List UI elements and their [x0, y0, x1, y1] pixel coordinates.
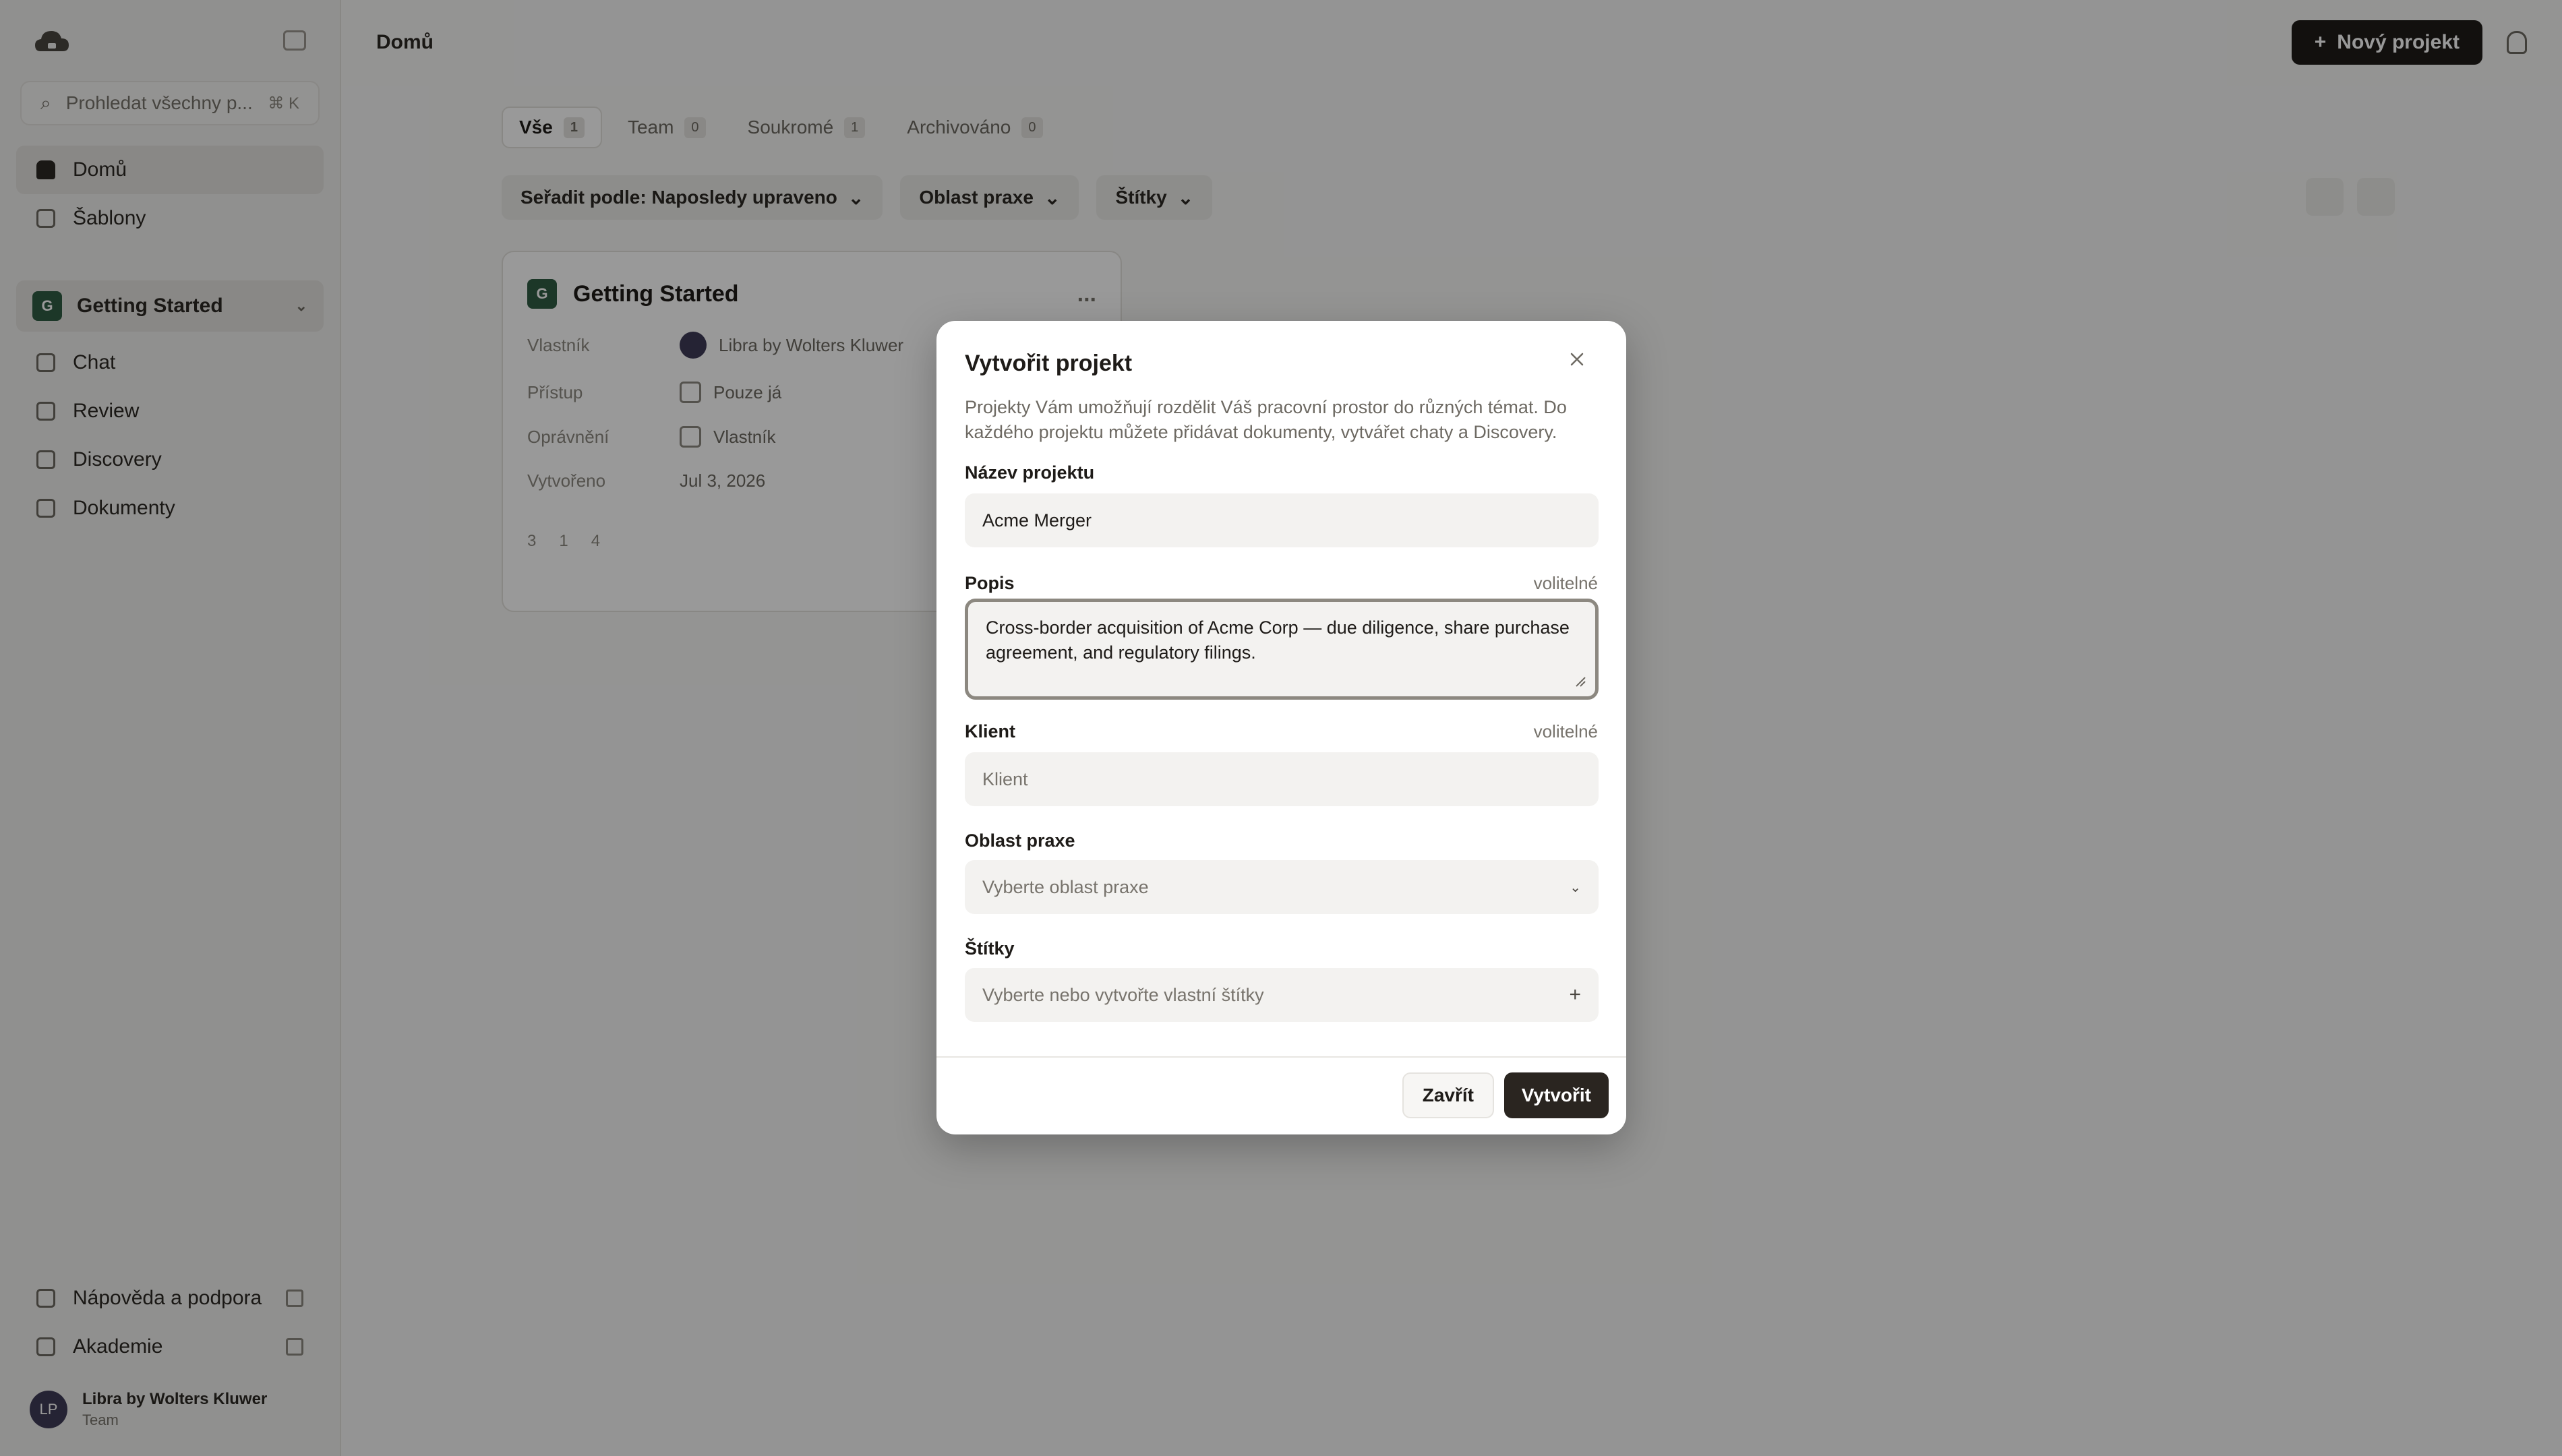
tags-placeholder: Vyberte nebo vytvořte vlastní štítky [982, 984, 1264, 1005]
description-label: Popis [965, 573, 1015, 593]
create-project-dialog: Vytvořit projekt Projekty Vám umožňují r… [936, 321, 1626, 1134]
client-input[interactable]: Klient [965, 752, 1599, 806]
practice-area-placeholder: Vyberte oblast praxe [982, 876, 1149, 897]
client-label: Klient [965, 721, 1016, 741]
tags-label: Štítky [965, 938, 1015, 959]
create-button[interactable]: Vytvořit [1503, 1072, 1609, 1118]
description-optional-label: volitelné [1533, 573, 1598, 593]
plus-icon: + [1569, 983, 1581, 1006]
chevron-down-icon: ⌄ [1570, 880, 1581, 895]
close-icon[interactable] [1566, 348, 1588, 371]
close-button[interactable]: Zavřít [1402, 1072, 1494, 1118]
tags-select[interactable]: Vyberte nebo vytvořte vlastní štítky + [965, 968, 1599, 1022]
project-name-label: Název projektu [965, 462, 1095, 483]
dialog-footer: Zavřít Vytvořit [936, 1056, 1626, 1134]
client-optional-label: volitelné [1533, 721, 1598, 741]
description-text: Cross-border acquisition of Acme Corp — … [986, 617, 1570, 663]
dialog-description: Projekty Vám umožňují rozdělit Váš praco… [965, 397, 1567, 442]
resize-handle-icon[interactable] [1574, 675, 1586, 687]
project-name-input[interactable]: Acme Merger [965, 493, 1599, 547]
practice-area-select[interactable]: Vyberte oblast praxe ⌄ [965, 860, 1599, 914]
description-textarea[interactable]: Cross-border acquisition of Acme Corp — … [965, 599, 1599, 700]
practice-area-label: Oblast praxe [965, 830, 1075, 851]
dialog-title: Vytvořit projekt [965, 351, 1133, 376]
